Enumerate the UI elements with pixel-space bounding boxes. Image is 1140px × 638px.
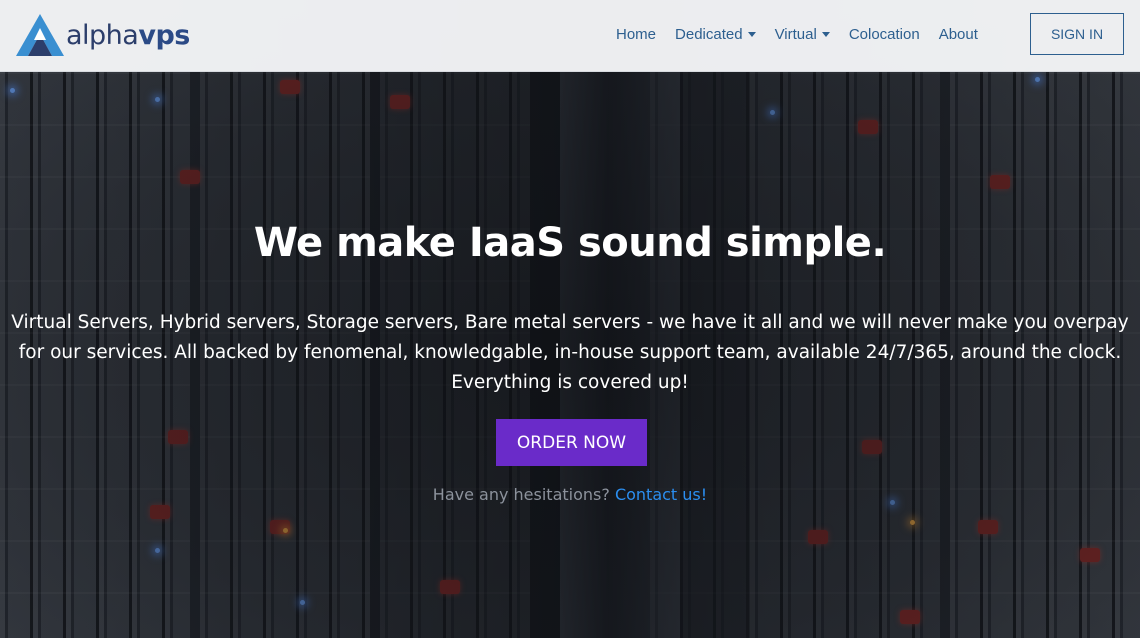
brand-wordmark: alphavps — [66, 22, 190, 49]
nav-item-home[interactable]: Home — [616, 26, 656, 43]
nav-item-dedicated[interactable]: Dedicated — [675, 26, 756, 43]
hero-headline: We make IaaS sound simple. — [253, 220, 887, 266]
caret-down-icon — [821, 32, 830, 37]
nav-item-label: Virtual — [774, 25, 817, 43]
caret-down-icon — [747, 32, 756, 37]
hero-description: Virtual Servers, Hybrid servers, Storage… — [11, 312, 1129, 393]
nav-item-label: Dedicated — [675, 25, 743, 43]
hesitation-text: Have any hesitations? — [432, 485, 610, 504]
sign-in-button[interactable]: SIGN IN — [1030, 13, 1124, 55]
brand-name-alpha: alpha — [66, 19, 139, 51]
nav-item-virtual[interactable]: Virtual — [775, 26, 830, 43]
order-now-button[interactable]: ORDER NOW — [496, 419, 647, 466]
top-navbar: alphavps Home Dedicated Virtual Colocati… — [0, 0, 1140, 72]
contact-us-link[interactable]: Contact us! — [615, 485, 707, 504]
brand-logo[interactable]: alphavps — [16, 13, 190, 57]
nav-item-colocation[interactable]: Colocation — [849, 26, 920, 43]
alphavps-logo-icon — [16, 14, 64, 56]
nav-item-label: Colocation — [848, 25, 920, 43]
hesitation-line: Have any hesitations? Contact us! — [0, 485, 1140, 504]
nav-menu: Home Dedicated Virtual Colocation About — [616, 24, 997, 44]
nav-item-about[interactable]: About — [939, 26, 978, 43]
nav-item-label: Home — [616, 25, 657, 43]
hero-content: We make IaaS sound simple. Virtual Serve… — [0, 0, 1140, 638]
nav-item-label: About — [938, 25, 978, 43]
brand-name-vps: vps — [138, 19, 190, 51]
